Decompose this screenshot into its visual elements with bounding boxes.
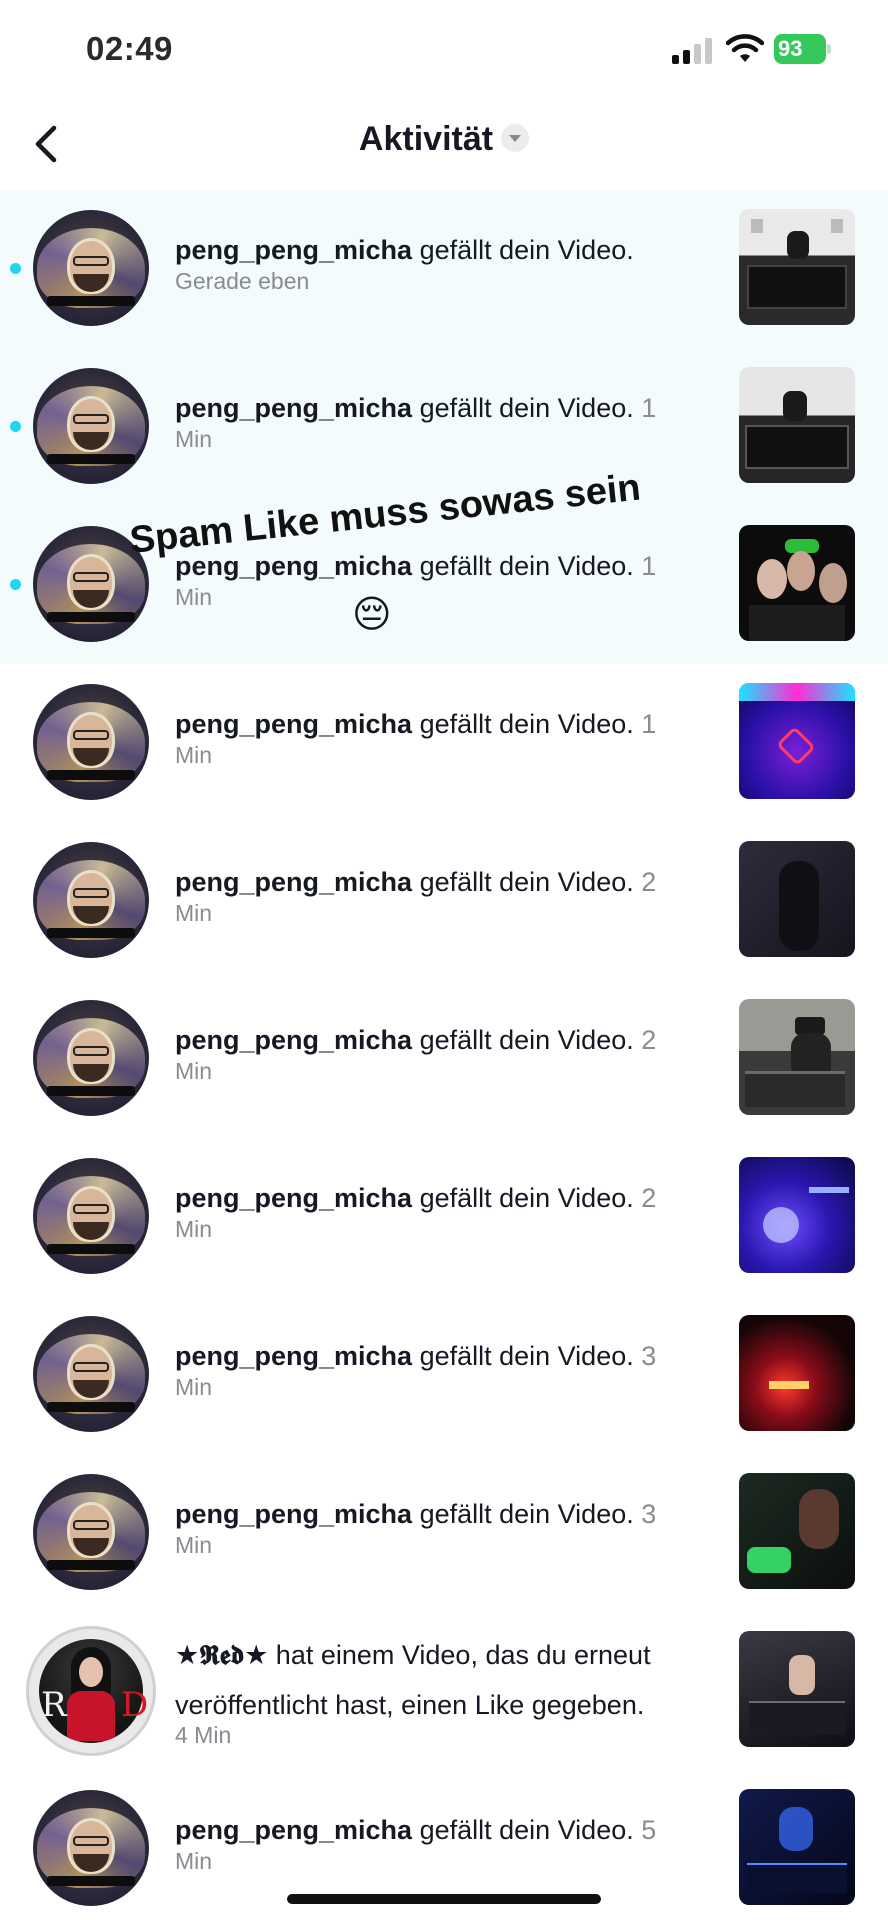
avatar[interactable] [33, 842, 149, 958]
avatar[interactable] [33, 1158, 149, 1274]
avatar[interactable] [33, 684, 149, 800]
timestamp-number: 1 [641, 393, 657, 423]
timestamp: Min [175, 1058, 213, 1084]
notification-text: peng_peng_micha gefällt dein Video. 3 Mi… [175, 1498, 715, 1560]
notification-text: peng_peng_micha gefällt dein Video. 5 Mi… [175, 1814, 715, 1876]
list-item[interactable]: peng_peng_micha gefällt dein Video. 1 Mi… [0, 348, 888, 506]
timestamp-number: 3 [641, 1499, 657, 1529]
video-thumbnail[interactable] [739, 683, 855, 799]
username[interactable]: peng_peng_micha [175, 1183, 412, 1213]
action-text: gefällt dein Video. [412, 393, 634, 423]
timestamp-number: 2 [641, 867, 657, 897]
action-text: gefällt dein Video. [412, 1815, 634, 1845]
username[interactable]: peng_peng_micha [175, 1341, 412, 1371]
status-time: 02:49 [86, 30, 173, 67]
notification-text: peng_peng_micha gefällt dein Video. 1 Mi… [175, 708, 715, 770]
page-title: Aktivität [358, 120, 494, 158]
video-thumbnail[interactable] [739, 1315, 855, 1431]
list-item[interactable]: peng_peng_micha gefällt dein Video. Gera… [0, 190, 888, 348]
triangle-down-icon [501, 123, 530, 152]
list-item[interactable]: peng_peng_micha gefällt dein Video. 2 Mi… [0, 980, 888, 1138]
avatar[interactable] [33, 1316, 149, 1432]
pensive-emoji: 😔 [352, 594, 392, 636]
avatar[interactable] [33, 1000, 149, 1116]
avatar[interactable] [33, 1790, 149, 1906]
video-thumbnail[interactable] [739, 1789, 855, 1905]
status-bar: 02:49 93 [0, 0, 888, 100]
avatar[interactable] [33, 1474, 149, 1590]
cellular-signal-icon [672, 38, 714, 64]
unread-dot [10, 263, 21, 274]
timestamp: Min [175, 742, 213, 768]
home-indicator[interactable] [287, 1894, 601, 1904]
notification-text: peng_peng_micha gefällt dein Video. 3 Mi… [175, 1340, 715, 1402]
list-item[interactable]: RD ★𝕽𝖊𝖉★ hat einem Video, das du erneut … [0, 1612, 888, 1770]
battery-icon: 93 [774, 34, 832, 64]
title-selector[interactable]: Aktivität [0, 120, 888, 159]
list-item[interactable]: peng_peng_micha gefällt dein Video. 1 Mi… [0, 664, 888, 822]
video-thumbnail[interactable] [739, 1631, 855, 1747]
action-text: gefällt dein Video. [412, 1341, 634, 1371]
action-text: gefällt dein Video. [412, 551, 634, 581]
avatar[interactable]: RD [26, 1626, 156, 1756]
timestamp: Min [175, 1532, 213, 1558]
timestamp: 4 Min [175, 1722, 232, 1748]
username[interactable]: peng_peng_micha [175, 867, 412, 897]
username[interactable]: peng_peng_micha [175, 235, 412, 265]
username[interactable]: peng_peng_micha [175, 1815, 412, 1845]
notification-text: peng_peng_micha gefällt dein Video. 2 Mi… [175, 1182, 715, 1244]
timestamp-number: 5 [641, 1815, 657, 1845]
action-text: gefällt dein Video. [412, 1499, 634, 1529]
action-text: gefällt dein Video. [412, 709, 634, 739]
notification-text: ★𝕽𝖊𝖉★ hat einem Video, das du erneut ver… [175, 1630, 735, 1748]
notification-text: peng_peng_micha gefällt dein Video. 2 Mi… [175, 1024, 715, 1086]
timestamp: Min [175, 1374, 213, 1400]
timestamp: Gerade eben [175, 268, 310, 294]
username[interactable]: peng_peng_micha [175, 551, 412, 581]
notification-text: peng_peng_micha gefällt dein Video. Gera… [175, 234, 715, 296]
header: Aktivität [0, 100, 888, 190]
timestamp-number: 1 [641, 709, 657, 739]
timestamp: Min [175, 1848, 213, 1874]
unread-dot [10, 421, 21, 432]
video-thumbnail[interactable] [739, 1473, 855, 1589]
video-thumbnail[interactable] [739, 1157, 855, 1273]
video-thumbnail[interactable] [739, 367, 855, 483]
action-text: gefällt dein Video. [412, 867, 634, 897]
battery-level: 93 [774, 34, 826, 64]
timestamp: Min [175, 1216, 213, 1242]
avatar[interactable] [33, 368, 149, 484]
username[interactable]: ★𝕽𝖊𝖉★ [175, 1640, 268, 1670]
video-thumbnail[interactable] [739, 209, 855, 325]
timestamp: Min [175, 584, 213, 610]
timestamp-number: 3 [641, 1341, 657, 1371]
notification-text: peng_peng_micha gefällt dein Video. 1 Mi… [175, 550, 715, 612]
timestamp-number: 1 [641, 551, 657, 581]
timestamp: Min [175, 426, 213, 452]
timestamp: Min [175, 900, 213, 926]
username[interactable]: peng_peng_micha [175, 1025, 412, 1055]
avatar[interactable] [33, 210, 149, 326]
action-text: gefällt dein Video. [412, 235, 634, 265]
video-thumbnail[interactable] [739, 525, 855, 641]
notification-text: peng_peng_micha gefällt dein Video. 1 Mi… [175, 392, 715, 454]
list-item[interactable]: peng_peng_micha gefällt dein Video. 2 Mi… [0, 822, 888, 980]
username[interactable]: peng_peng_micha [175, 709, 412, 739]
notification-text: peng_peng_micha gefällt dein Video. 2 Mi… [175, 866, 715, 928]
wifi-icon [726, 34, 764, 62]
action-text: gefällt dein Video. [412, 1025, 634, 1055]
username[interactable]: peng_peng_micha [175, 393, 412, 423]
username[interactable]: peng_peng_micha [175, 1499, 412, 1529]
activity-list: peng_peng_micha gefällt dein Video. Gera… [0, 190, 888, 1920]
action-text: gefällt dein Video. [412, 1183, 634, 1213]
list-item[interactable]: peng_peng_micha gefällt dein Video. 3 Mi… [0, 1454, 888, 1612]
timestamp-number: 2 [641, 1183, 657, 1213]
list-item[interactable]: peng_peng_micha gefällt dein Video. 2 Mi… [0, 1138, 888, 1296]
list-item[interactable]: peng_peng_micha gefällt dein Video. 3 Mi… [0, 1296, 888, 1454]
unread-dot [10, 579, 21, 590]
timestamp-number: 2 [641, 1025, 657, 1055]
video-thumbnail[interactable] [739, 841, 855, 957]
video-thumbnail[interactable] [739, 999, 855, 1115]
